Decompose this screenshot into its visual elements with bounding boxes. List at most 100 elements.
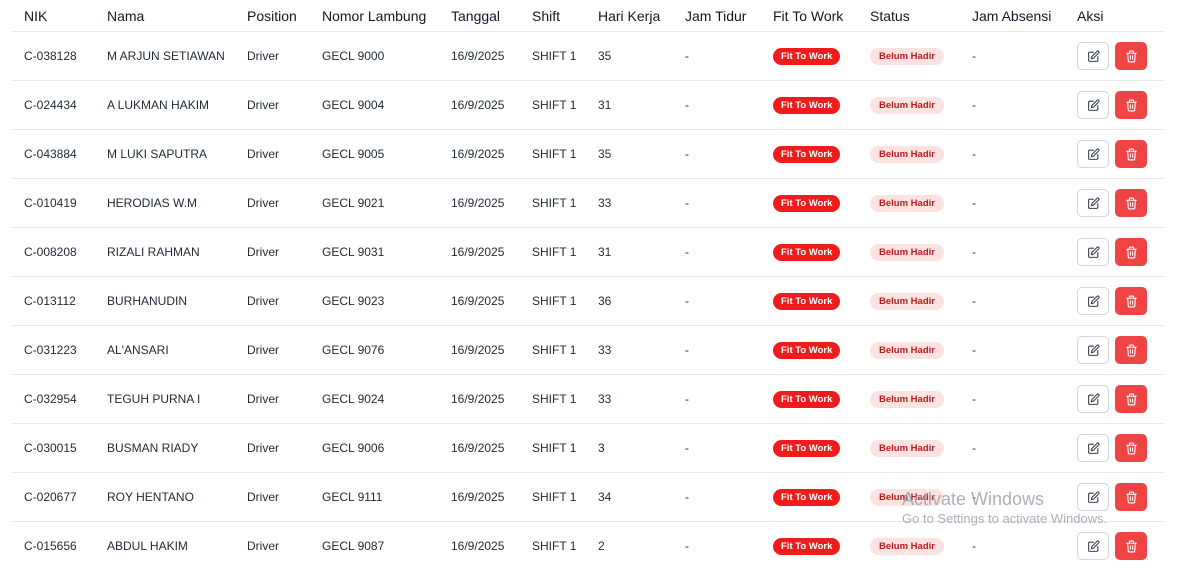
edit-button[interactable] [1077,483,1109,511]
cell-nik: C-024434 [12,81,95,130]
cell-jam-tidur: - [673,228,761,277]
fit-to-work-badge: Fit To Work [773,293,840,310]
delete-button[interactable] [1115,483,1147,511]
column-header-fit-to-work: Fit To Work [761,0,858,32]
cell-nama: RIZALI RAHMAN [95,228,235,277]
cell-nama: HERODIAS W.M [95,179,235,228]
cell-position: Driver [235,375,310,424]
cell-nomor-lambung: GECL 9005 [310,130,439,179]
cell-nama: ROY HENTANO [95,473,235,522]
cell-tanggal: 16/9/2025 [439,424,520,473]
status-badge: Belum Hadir [870,538,944,555]
delete-button[interactable] [1115,189,1147,217]
row-actions [1077,287,1164,315]
cell-nomor-lambung: GECL 9024 [310,375,439,424]
status-badge: Belum Hadir [870,342,944,359]
table-row: C-031223AL'ANSARIDriverGECL 907616/9/202… [12,326,1164,375]
cell-jam-absensi: - [960,473,1065,522]
cell-jam-absensi: - [960,179,1065,228]
delete-button[interactable] [1115,238,1147,266]
cell-aksi [1065,277,1164,326]
delete-button[interactable] [1115,42,1147,70]
row-actions [1077,140,1164,168]
cell-position: Driver [235,179,310,228]
delete-button[interactable] [1115,336,1147,364]
table-row: C-008208RIZALI RAHMANDriverGECL 903116/9… [12,228,1164,277]
row-actions [1077,336,1164,364]
trash-icon [1125,491,1138,504]
edit-icon [1087,50,1100,63]
edit-button[interactable] [1077,238,1109,266]
cell-fit-to-work: Fit To Work [761,179,858,228]
row-actions [1077,238,1164,266]
cell-tanggal: 16/9/2025 [439,375,520,424]
edit-button[interactable] [1077,385,1109,413]
column-header-position: Position [235,0,310,32]
cell-nik: C-020677 [12,473,95,522]
row-actions [1077,532,1164,560]
delete-button[interactable] [1115,287,1147,315]
cell-fit-to-work: Fit To Work [761,228,858,277]
delete-button[interactable] [1115,140,1147,168]
delete-button[interactable] [1115,91,1147,119]
edit-button[interactable] [1077,287,1109,315]
cell-nama: BUSMAN RIADY [95,424,235,473]
cell-shift: SHIFT 1 [520,375,586,424]
cell-nomor-lambung: GECL 9021 [310,179,439,228]
edit-icon [1087,197,1100,210]
edit-button[interactable] [1077,140,1109,168]
cell-fit-to-work: Fit To Work [761,81,858,130]
cell-nama: TEGUH PURNA I [95,375,235,424]
cell-position: Driver [235,424,310,473]
cell-jam-tidur: - [673,179,761,228]
cell-position: Driver [235,130,310,179]
edit-icon [1087,442,1100,455]
cell-hari-kerja: 3 [586,424,673,473]
cell-hari-kerja: 33 [586,179,673,228]
cell-nik: C-031223 [12,326,95,375]
fit-to-work-badge: Fit To Work [773,391,840,408]
delete-button[interactable] [1115,532,1147,560]
cell-jam-tidur: - [673,473,761,522]
cell-jam-tidur: - [673,326,761,375]
cell-aksi [1065,375,1164,424]
cell-aksi [1065,326,1164,375]
fit-to-work-table: NIK Nama Position Nomor Lambung Tanggal … [12,0,1164,570]
delete-button[interactable] [1115,434,1147,462]
cell-jam-absensi: - [960,32,1065,81]
trash-icon [1125,295,1138,308]
fit-to-work-badge: Fit To Work [773,146,840,163]
cell-shift: SHIFT 1 [520,326,586,375]
cell-shift: SHIFT 1 [520,81,586,130]
row-actions [1077,91,1164,119]
cell-jam-tidur: - [673,32,761,81]
edit-button[interactable] [1077,42,1109,70]
edit-button[interactable] [1077,91,1109,119]
trash-icon [1125,344,1138,357]
edit-icon [1087,295,1100,308]
trash-icon [1125,99,1138,112]
delete-button[interactable] [1115,385,1147,413]
edit-button[interactable] [1077,532,1109,560]
edit-button[interactable] [1077,336,1109,364]
table-header-row: NIK Nama Position Nomor Lambung Tanggal … [12,0,1164,32]
trash-icon [1125,540,1138,553]
column-header-jam-absensi: Jam Absensi [960,0,1065,32]
cell-status: Belum Hadir [858,326,960,375]
edit-icon [1087,246,1100,259]
edit-icon [1087,99,1100,112]
edit-button[interactable] [1077,189,1109,217]
cell-tanggal: 16/9/2025 [439,32,520,81]
cell-shift: SHIFT 1 [520,32,586,81]
cell-hari-kerja: 33 [586,375,673,424]
fit-to-work-badge: Fit To Work [773,440,840,457]
status-badge: Belum Hadir [870,97,944,114]
cell-tanggal: 16/9/2025 [439,277,520,326]
edit-button[interactable] [1077,434,1109,462]
cell-hari-kerja: 35 [586,130,673,179]
table-body: C-038128M ARJUN SETIAWANDriverGECL 90001… [12,32,1164,570]
column-header-status: Status [858,0,960,32]
cell-status: Belum Hadir [858,228,960,277]
cell-aksi [1065,32,1164,81]
cell-position: Driver [235,228,310,277]
